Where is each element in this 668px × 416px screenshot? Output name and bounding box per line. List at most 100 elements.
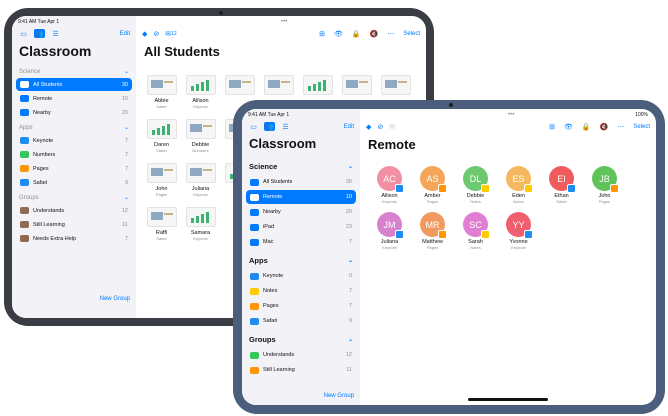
sidebar-item[interactable]: Understands 12 — [16, 204, 132, 217]
sidebar-item[interactable]: Nearby 20 — [246, 205, 356, 219]
section-header[interactable]: Science ⌄ — [12, 64, 136, 77]
sidebar-item[interactable]: Safari 9 — [246, 314, 356, 328]
people-view-icon[interactable]: 👥 — [264, 122, 275, 131]
screen-thumbnail — [146, 119, 177, 139]
sidebar-item[interactable]: Remote 10 — [16, 92, 132, 105]
sidebar-item-count: 30 — [121, 81, 128, 88]
eye-icon[interactable]: 👁 — [564, 123, 573, 131]
app-badge-icon — [395, 184, 404, 193]
student-tile[interactable]: JB John Pages — [587, 166, 622, 204]
student-tile[interactable]: MR Matthew Pages — [415, 212, 450, 250]
student-tile[interactable]: Raffi Safari — [144, 207, 179, 241]
edit-button[interactable]: Edit — [344, 124, 354, 130]
avatar: MR — [420, 212, 447, 239]
student-tile[interactable]: Abbie Safari — [144, 75, 179, 109]
cloud-icon — [20, 95, 29, 102]
list-view-icon[interactable]: ☰ — [280, 122, 291, 131]
compass-icon[interactable]: ⊘ — [153, 30, 159, 38]
select-button[interactable]: Select — [633, 124, 650, 130]
sidebar-item[interactable]: All Students 30 — [246, 175, 356, 189]
multitask-dots-icon[interactable]: ••• — [281, 19, 287, 25]
sidebar-item[interactable]: Safari 9 — [16, 176, 132, 189]
people-view-icon[interactable]: 👥 — [34, 29, 45, 38]
screen-thumbnail — [263, 75, 294, 95]
sidebar-item[interactable]: Remote 10 — [246, 190, 356, 204]
student-app: Pages — [426, 245, 439, 250]
more-icon[interactable]: ⋯ — [617, 123, 624, 131]
student-tile[interactable]: Daren Safari — [144, 119, 179, 153]
lock-icon[interactable]: 🔒 — [582, 123, 591, 131]
lock-icon[interactable]: 🔒 — [352, 30, 361, 38]
sidebar-item[interactable]: Mac 7 — [246, 235, 356, 249]
screen-thumbnail — [185, 207, 216, 227]
mute-icon[interactable]: 🔇 — [600, 123, 609, 131]
section-header[interactable]: Groups ⌄ — [242, 329, 360, 347]
new-group-button[interactable]: New Group — [100, 296, 130, 302]
student-tile[interactable]: ES Eden Notes — [501, 166, 536, 204]
sidebar-item[interactable]: Keynote 0 — [246, 269, 356, 283]
student-tile[interactable]: AS Amber Pages — [415, 166, 450, 204]
layers-icon[interactable]: ◆ — [366, 123, 371, 131]
grid-icon[interactable]: ⊞ — [319, 30, 325, 38]
student-tile[interactable]: John Pages — [144, 163, 179, 197]
sidebar-toggle-icon[interactable]: ▭ — [18, 29, 29, 38]
student-tile[interactable]: DL Debbie Notes — [458, 166, 493, 204]
numbers-icon — [20, 151, 29, 158]
section-header[interactable]: Groups ⌄ — [12, 190, 136, 203]
inbox-icon[interactable]: ✉ — [389, 123, 395, 131]
student-tile[interactable]: Allison Keynote — [183, 75, 218, 109]
sidebar-item[interactable]: Pages 7 — [246, 299, 356, 313]
more-icon[interactable]: ⋯ — [387, 30, 394, 38]
sidebar-item[interactable]: Keynote 7 — [16, 134, 132, 147]
sidebar-item[interactable]: Notes 7 — [246, 284, 356, 298]
section-label: Groups — [249, 335, 276, 344]
avatar-initials: EI — [557, 173, 566, 184]
edit-button[interactable]: Edit — [120, 31, 130, 37]
layers-icon[interactable]: ◆ — [142, 30, 147, 38]
inbox-icon[interactable]: ✉ 12 — [165, 30, 176, 38]
chevron-down-icon[interactable]: ⌄ — [124, 124, 129, 131]
app-badge-icon — [395, 230, 404, 239]
sidebar-toggle-icon[interactable]: ▭ — [248, 122, 259, 131]
chevron-down-icon[interactable]: ⌄ — [124, 68, 129, 75]
compass-icon[interactable]: ⊘ — [377, 123, 383, 131]
section-header[interactable]: Apps ⌄ — [12, 120, 136, 133]
student-tile[interactable]: SC Sarah Notes — [458, 212, 493, 250]
sidebar-item[interactable]: Needs Extra Help 7 — [16, 232, 132, 245]
student-tile[interactable]: EI Ethan Safari — [544, 166, 579, 204]
student-tile[interactable]: Debbie Numbers — [183, 119, 218, 153]
list-view-icon[interactable]: ☰ — [50, 29, 61, 38]
multitask-dots-icon[interactable]: ••• — [508, 112, 514, 118]
chevron-down-icon[interactable]: ⌄ — [348, 336, 353, 343]
grid-icon[interactable]: ⊞ — [549, 123, 555, 131]
student-tile[interactable]: JM Juliana Keynote — [372, 212, 407, 250]
sidebar-item-count: 11 — [346, 367, 352, 373]
page-title: Remote — [368, 137, 416, 152]
sidebar-item[interactable]: Numbers 7 — [16, 148, 132, 161]
chevron-down-icon[interactable]: ⌄ — [124, 194, 129, 201]
sidebar-item[interactable]: Pages 7 — [16, 162, 132, 175]
keynote-icon — [20, 137, 29, 144]
avatar-initials: JB — [599, 173, 610, 184]
eye-icon[interactable]: 👁 — [334, 30, 343, 38]
sidebar-item[interactable]: Still Learning 11 — [246, 363, 356, 377]
section-header[interactable]: Apps ⌄ — [242, 250, 360, 268]
student-tile[interactable]: Samara Keynote — [183, 207, 218, 241]
avatar: JB — [592, 166, 619, 193]
sidebar-item[interactable]: Understands 12 — [246, 348, 356, 362]
mute-icon[interactable]: 🔇 — [370, 30, 379, 38]
chevron-down-icon[interactable]: ⌄ — [348, 257, 353, 264]
student-tile[interactable]: Juliana Keynote — [183, 163, 218, 197]
select-button[interactable]: Select — [403, 31, 420, 37]
student-tile[interactable]: AC Allison Keynote — [372, 166, 407, 204]
sidebar-item[interactable]: Still Learning 11 — [16, 218, 132, 231]
sidebar-item[interactable]: All Students 30 — [16, 78, 132, 91]
sidebar-item[interactable]: Nearby 20 — [16, 106, 132, 119]
thumbnail-block — [345, 80, 358, 88]
new-group-button[interactable]: New Group — [324, 393, 354, 399]
sidebar-item[interactable]: iPad 23 — [246, 220, 356, 234]
student-tile[interactable]: YY Yvonne Keynote — [501, 212, 536, 250]
section-header[interactable]: Science ⌄ — [242, 156, 360, 174]
thumbnail-block — [150, 168, 163, 176]
chevron-down-icon[interactable]: ⌄ — [348, 163, 353, 170]
